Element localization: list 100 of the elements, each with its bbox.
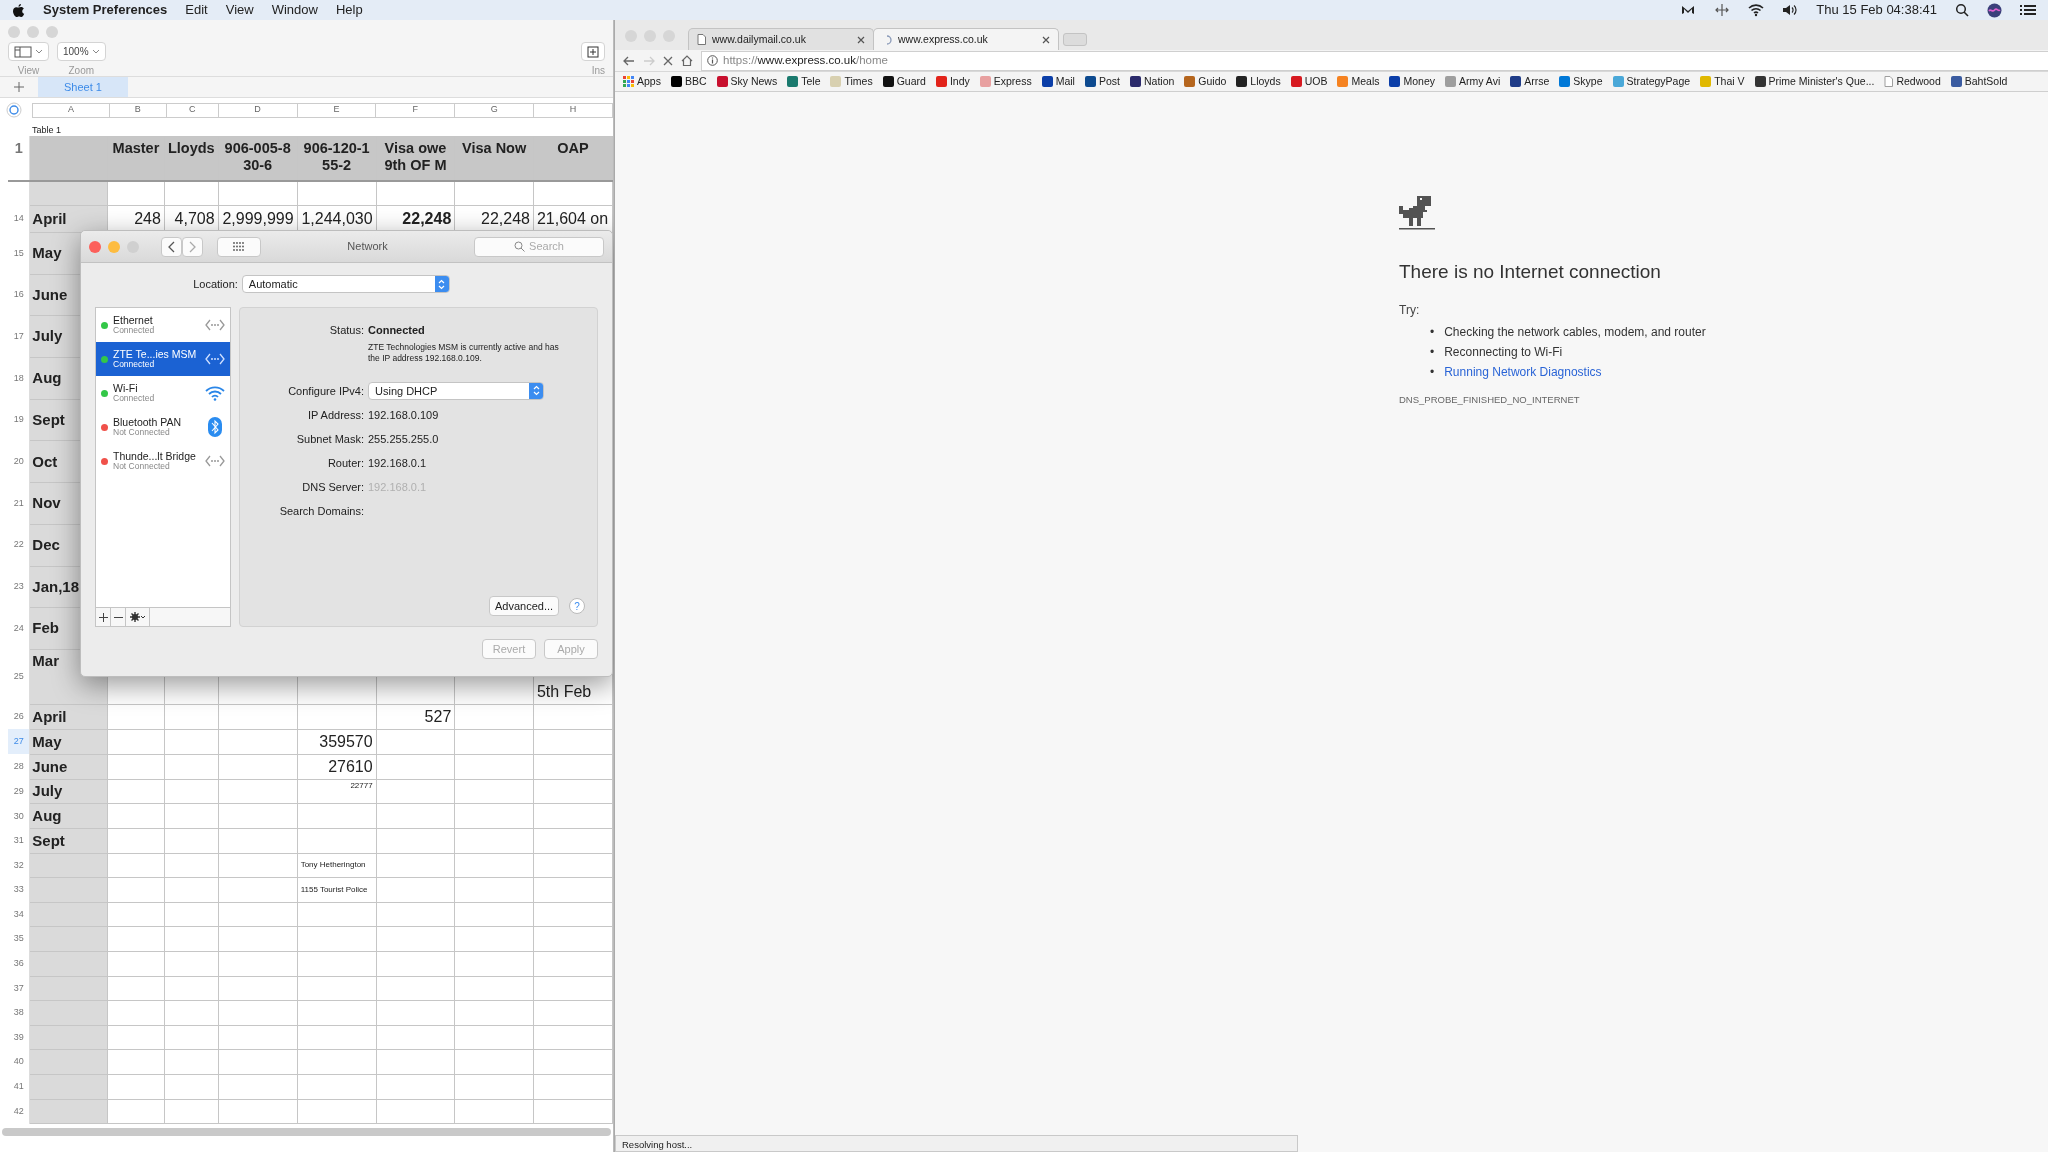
column-letter[interactable]: H (534, 102, 613, 118)
search-icon (514, 241, 526, 252)
bookmark[interactable]: Thai V (1700, 73, 1745, 90)
bookmark[interactable]: UOB (1290, 73, 1328, 90)
configure-popup[interactable]: Using DHCP (368, 381, 544, 400)
gear-icon (129, 612, 146, 622)
field-label: Search Domains: (278, 503, 365, 519)
favicon-icon (787, 76, 799, 87)
service-name: Wi-Fi (113, 382, 138, 395)
network-arrows-icon[interactable] (1714, 2, 1731, 18)
advanced-button[interactable]: Advanced... (489, 596, 559, 616)
add-button[interactable] (96, 608, 111, 626)
bookmark[interactable]: Lloyds (1236, 73, 1281, 90)
menu-item[interactable]: View (225, 0, 254, 20)
app-menu[interactable]: System Preferences (43, 0, 168, 20)
menu-item[interactable]: Edit (185, 0, 208, 20)
bullet: • (1430, 323, 1435, 341)
close-icon[interactable] (1042, 35, 1050, 44)
table-cell: 359570 (297, 729, 377, 755)
error-code: DNS_PROBE_FINISHED_NO_INTERNET (1399, 392, 1581, 407)
bookmark[interactable]: Arrse (1510, 73, 1550, 90)
bookmark[interactable]: Army Avi (1445, 73, 1501, 90)
column-letter[interactable]: B (109, 102, 167, 118)
bookmark[interactable]: Tele (787, 73, 821, 90)
search-icon[interactable] (1955, 3, 1969, 17)
table-cell: Tony Hetherington (297, 853, 377, 878)
wifi-icon[interactable] (1748, 2, 1765, 18)
window-title: Network (346, 239, 389, 255)
close-button[interactable] (89, 240, 101, 253)
table-cell: 22777 (297, 779, 377, 804)
network-service-item[interactable]: ZTE Te...ies MSM Connected (96, 342, 230, 376)
list-icon[interactable] (2020, 3, 2036, 17)
service-status: Connected (113, 360, 156, 370)
service-name: Thunde...lt Bridge (113, 450, 197, 463)
column-letter[interactable]: G (455, 102, 535, 118)
table-cell: 527 (376, 704, 455, 730)
close-icon[interactable] (857, 35, 865, 44)
row-number[interactable]: 1 (8, 136, 30, 181)
favicon-icon (1236, 76, 1248, 87)
view-button[interactable] (8, 42, 49, 61)
suggestion-text: Reconnecting to Wi-Fi (1444, 343, 1563, 361)
show-all-button[interactable] (217, 236, 261, 257)
tab-title: www.express.co.uk (898, 31, 989, 47)
column-letter[interactable]: E (297, 102, 377, 118)
help-button[interactable]: ? (569, 598, 585, 614)
back-button[interactable] (161, 236, 182, 257)
address-bar[interactable]: https://www.express.co.uk/home (701, 50, 2048, 71)
column-letter[interactable]: A (32, 102, 110, 118)
stop-icon[interactable] (663, 55, 673, 66)
bookmark[interactable]: Redwood (1884, 73, 1941, 90)
browser-tab[interactable]: www.dailymail.co.uk (688, 28, 874, 50)
bookmark[interactable]: Prime Minister's Que... (1754, 73, 1875, 90)
bookmark[interactable]: Apps (623, 73, 661, 90)
home-icon[interactable] (681, 55, 693, 66)
volume-icon[interactable] (1782, 2, 1799, 18)
siri-icon[interactable] (1987, 2, 2002, 18)
select-all-button[interactable] (6, 102, 22, 118)
location-popup[interactable]: Automatic (241, 275, 450, 293)
bookmark[interactable]: Meals (1337, 73, 1380, 90)
field-label: Subnet Mask: (295, 431, 365, 447)
bookmark[interactable]: Nation (1129, 73, 1175, 90)
browser-tab[interactable]: www.express.co.uk (873, 28, 1059, 50)
column-letter[interactable]: F (376, 102, 456, 118)
scrollbar[interactable] (2, 1128, 611, 1137)
column-heading: Master (107, 136, 165, 181)
bookmark[interactable]: Mail (1041, 73, 1075, 90)
bookmark[interactable]: Sky News (716, 73, 778, 90)
insert-button[interactable] (581, 42, 605, 61)
dinosaur-icon (1399, 196, 1435, 232)
column-heading: Lloyds (164, 136, 219, 181)
remove-button[interactable] (111, 608, 126, 626)
bookmark[interactable]: Times (830, 73, 873, 90)
bookmark[interactable]: Post (1084, 73, 1120, 90)
menu-item[interactable]: Window (271, 0, 318, 20)
row-number[interactable]: 26 (8, 704, 30, 730)
field-label: Router: (326, 455, 365, 471)
column-letter[interactable]: D (218, 102, 298, 118)
bookmark[interactable]: StrategyPage (1612, 73, 1691, 90)
bookmark[interactable]: Skype (1559, 73, 1603, 90)
sidebar-icon (14, 45, 32, 58)
zoom-button[interactable]: 100% (57, 42, 106, 61)
bookmark[interactable]: Money (1389, 73, 1435, 90)
row-number[interactable]: 28 (8, 754, 30, 780)
service-status: Connected (113, 394, 156, 404)
bookmark[interactable]: BBC (670, 73, 707, 90)
bookmark[interactable]: Guard (882, 73, 926, 90)
back-icon[interactable] (623, 55, 635, 66)
bookmark[interactable]: Express (979, 73, 1032, 90)
service-name: Bluetooth PAN (113, 416, 183, 429)
field-value: 192.168.0.1 (368, 455, 427, 471)
arrows-icon (205, 318, 225, 332)
toolbar-label: Ins (591, 64, 605, 78)
bookmark[interactable]: Guido (1184, 73, 1227, 90)
column-letter[interactable]: C (166, 102, 219, 118)
menubar-clock[interactable]: Thu 15 Feb 04:38:41 (1816, 0, 1937, 20)
bookmark[interactable]: Indy (935, 73, 970, 90)
bookmark[interactable]: BahtSold (1950, 73, 2008, 90)
diagnostics-link[interactable]: Running Network Diagnostics (1444, 362, 1602, 381)
caret-icon (91, 48, 100, 55)
menu-item[interactable]: Help (335, 0, 363, 20)
